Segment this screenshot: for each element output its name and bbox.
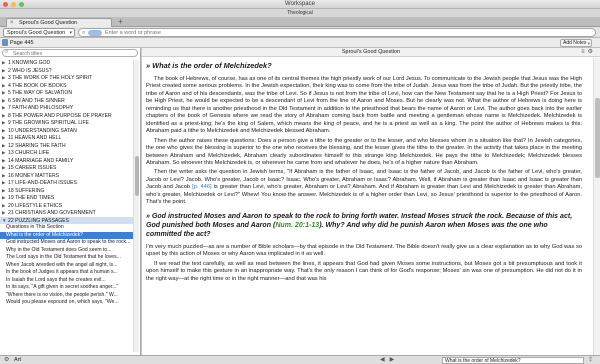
title-filter[interactable]: ⌕ <box>2 49 138 57</box>
article-content: » What is the order of Melchizedek? The … <box>146 61 582 285</box>
reading-pane: Sproul's Good Question ≡⚙ » What is the … <box>142 48 600 355</box>
settings-icon[interactable]: ⚙ <box>588 49 596 55</box>
page-toolbar: Page 445 Add Notes ▾ <box>0 38 600 48</box>
bottom-bar: ⚙ Art ◀▶ What is the order of Melchizede… <box>0 355 600 364</box>
back-arrow-icon[interactable]: ◀ <box>380 357 390 363</box>
new-tab-button[interactable]: + <box>116 18 125 26</box>
close-tab-icon[interactable]: × <box>10 19 14 27</box>
pane-actions: ≡⚙ <box>581 48 596 57</box>
toc-item-expanded[interactable]: ▼ 22 PUZZLING PASSAGES <box>0 216 133 224</box>
question-heading: » God instructed Moses and Aaron to spea… <box>146 212 573 238</box>
toc-item[interactable]: ▶ 8 THE POWER AND PURPOSE OF PRAYER <box>0 112 133 120</box>
question-heading: » What is the order of Melchizedek? <box>146 61 272 70</box>
window-title: Workspace <box>285 1 315 7</box>
toc-item[interactable]: ▶ 14 MARRIAGE AND FAMILY <box>0 157 133 165</box>
search-scope-pill[interactable] <box>88 30 102 36</box>
paragraph: Then the writer asks the question in Jew… <box>146 169 583 206</box>
toc-item[interactable]: ▶ 13 CHURCH LIFE <box>0 149 133 157</box>
scripture-reference-link[interactable]: Num. 20:1-13 <box>275 222 319 229</box>
tab-strip: × Sproul's Good Question + <box>0 17 600 27</box>
resource-title: Sproul's Good Question <box>341 49 401 55</box>
toc-subitem[interactable]: Would you please expound on, which says,… <box>0 299 133 307</box>
forward-arrow-icon[interactable]: ▶ <box>390 357 400 363</box>
toc-item[interactable]: ▶ 15 CAREER ISSUES <box>0 164 133 172</box>
add-notes-button[interactable]: Add Notes ▾ <box>560 39 592 47</box>
toc-item[interactable]: ▶ 18 SUFFERING <box>0 187 133 195</box>
title-filter-input[interactable] <box>13 50 133 57</box>
search-input[interactable] <box>105 29 585 37</box>
toc-item[interactable]: ▶ 16 MONEY MATTERS <box>0 172 133 180</box>
toc-subitem[interactable]: The Lord says in the Old Testament that … <box>0 254 133 262</box>
toc-item[interactable]: ▶ 3 THE WORK OF THE HOLY SPIRIT <box>0 74 133 82</box>
toc-subitem[interactable]: When Jacob wrestled with the angel all n… <box>0 262 133 270</box>
toc-item[interactable]: ▶ 17 LIFE-AND-DEATH ISSUES <box>0 179 133 187</box>
chevron-down-icon: ▾ <box>69 30 72 36</box>
toc-subitem[interactable]: "Where there is no vision, the people pe… <box>0 292 133 300</box>
resource-type-label[interactable]: Art <box>14 356 21 364</box>
sidebar-scroll-thumb[interactable] <box>135 156 139 196</box>
window-titlebar: Workspace <box>0 0 600 9</box>
reading-pane-header: Sproul's Good Question ≡⚙ <box>142 48 600 57</box>
share-icon[interactable]: ⇪ <box>588 356 593 364</box>
chevron-down-icon: ▾ <box>587 41 590 46</box>
paragraph: Then the author raises these questions: … <box>146 137 582 166</box>
tab-label: Sproul's Good Question <box>19 20 78 26</box>
toc-item[interactable]: ▶ 10 UNDERSTANDING SATAN <box>0 127 133 135</box>
search-field[interactable]: ⌕ <box>78 28 596 37</box>
search-bar: Sproul's Good Question ▾ ⌕ <box>0 27 600 38</box>
reading-scroll-thumb[interactable] <box>595 98 600 178</box>
toc-item[interactable]: ▶ 20 LIFESTYLE ETHICS <box>0 202 133 210</box>
tab-sprouls-good-question[interactable]: × Sproul's Good Question <box>6 18 112 27</box>
gear-icon[interactable]: ⚙ <box>4 356 9 364</box>
search-icon: ⌕ <box>5 49 9 55</box>
search-icon: ⌕ <box>82 30 86 36</box>
toc-subitem[interactable]: In its says, "A gift given in secret soo… <box>0 284 133 292</box>
paragraph: The book of Hebrews, of course, has as o… <box>146 76 582 135</box>
paragraph: If we read the text carefully, as well a… <box>146 260 582 282</box>
toc-subitem[interactable]: In Isaiah the Lord says that he creates … <box>0 277 133 285</box>
location-field[interactable]: What is the order of Melchizedek? <box>442 357 584 364</box>
toc-subitem[interactable]: In the book of Judges it appears that a … <box>0 269 133 277</box>
toc-item[interactable]: ▶ 4 THE BOOK OF BOOKS <box>0 82 133 90</box>
reading-pane-scrollbar[interactable] <box>593 58 600 355</box>
toc-item[interactable]: ▶ 21 CHRISTIANS AND GOVERNMENT <box>0 209 133 217</box>
toc-subitem[interactable]: God instructed Moses and Aaron to speak … <box>0 239 133 247</box>
toc-item[interactable]: ▶ 11 HEAVEN AND HELL <box>0 134 133 142</box>
page-reference-link[interactable]: [p. 446] <box>192 184 212 190</box>
resource-select-value: Sproul's Good Question <box>7 30 66 36</box>
toc-item[interactable]: ▶ 12 SHARING THE FAITH <box>0 142 133 150</box>
toc-item[interactable]: ▶ 2 WHO IS JESUS? <box>0 67 133 75</box>
toc-item[interactable]: ▶ 19 THE END TIMES <box>0 194 133 202</box>
toc-subitem-selected[interactable]: What is the order of Melchizedek? <box>0 231 133 239</box>
toc-item[interactable]: ▶ 9 THE GROWING SPIRITUAL LIFE <box>0 119 133 127</box>
page-number: Page 445 <box>10 40 34 46</box>
toc-item[interactable]: ▶ 1 KNOWING GOD <box>0 59 133 67</box>
toc-subitem[interactable]: Why in the Old Testament does God seem t… <box>0 247 133 255</box>
toc-list: ▶ 1 KNOWING GOD ▶ 2 WHO IS JESUS? ▶ 3 THE W… <box>0 59 133 307</box>
toc-item[interactable]: ▶ 7 FAITH AND PHILOSOPHY <box>0 104 133 112</box>
toc-subitem[interactable]: Questions in This Section <box>0 224 133 232</box>
toc-item[interactable]: ▶ 5 THE WAY OF SALVATION <box>0 89 133 97</box>
paragraph: I'm very much puzzled—as are a number of… <box>146 243 582 258</box>
window-subtitle: Theological <box>0 9 600 17</box>
book-icon <box>2 39 8 46</box>
add-notes-label: Add Notes <box>563 40 587 46</box>
sidebar-scrollbar[interactable] <box>133 60 139 352</box>
resource-select[interactable]: Sproul's Good Question ▾ <box>3 28 75 37</box>
history-nav: ◀▶ <box>380 356 399 364</box>
toc-item[interactable]: ▶ 6 SIN AND THE SINNER <box>0 97 133 105</box>
table-of-contents-sidebar: ⌕ ▶1 KNOWING GOD ▶2 WHO IS JESUS? ▶3 THE… <box>0 48 141 355</box>
